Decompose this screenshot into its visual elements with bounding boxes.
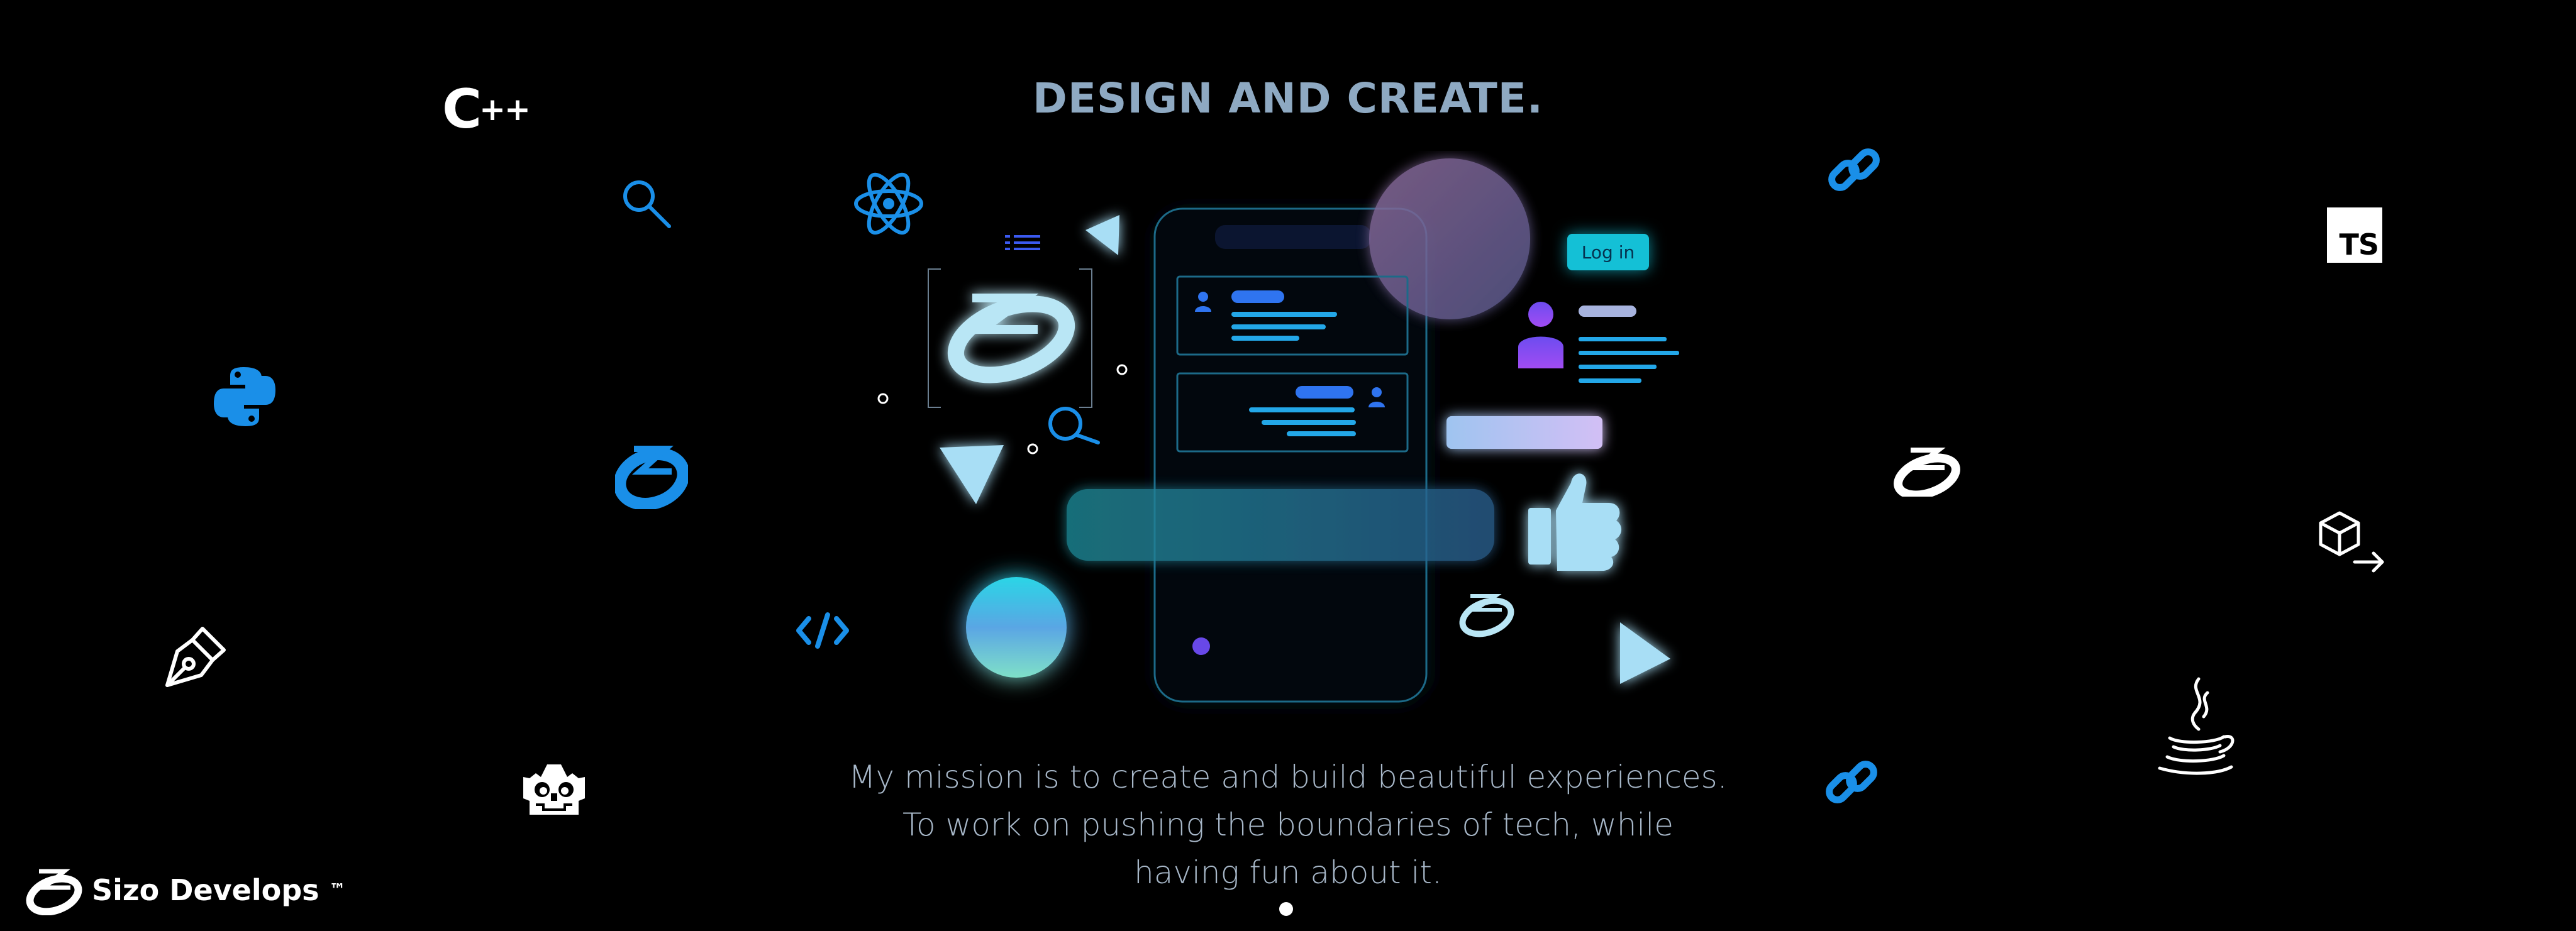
link-icon [1828, 148, 1880, 191]
godot-icon [523, 764, 585, 815]
java-icon [2158, 677, 2235, 775]
package-arrow-icon [2319, 511, 2384, 573]
trademark-symbol: ™ [329, 881, 346, 900]
cpp-icon: C++ [442, 78, 531, 141]
login-button[interactable]: Log in [1567, 234, 1649, 270]
mission-line: having fun about it. [1134, 854, 1442, 891]
sizo-logo-icon [26, 869, 82, 915]
carousel-dot[interactable] [1279, 902, 1293, 916]
pen-tool-icon [165, 627, 226, 687]
search-icon [623, 180, 671, 228]
sizo-logo-icon [1894, 448, 1960, 497]
brand-logo[interactable]: Sizo Develops ™ [25, 865, 346, 915]
brand-name: Sizo Develops [92, 873, 319, 907]
mission-statement: My mission is to create and build beauti… [722, 753, 1854, 896]
typescript-icon: TS [2327, 207, 2382, 263]
mission-line: My mission is to create and build beauti… [848, 759, 1728, 795]
code-icon [796, 612, 849, 649]
python-icon [214, 367, 275, 426]
sizo-logo-icon [615, 446, 688, 509]
page-title: DESIGN AND CREATE. [1033, 74, 1543, 123]
mission-line: To work on pushing the boundaries of tec… [902, 807, 1674, 843]
